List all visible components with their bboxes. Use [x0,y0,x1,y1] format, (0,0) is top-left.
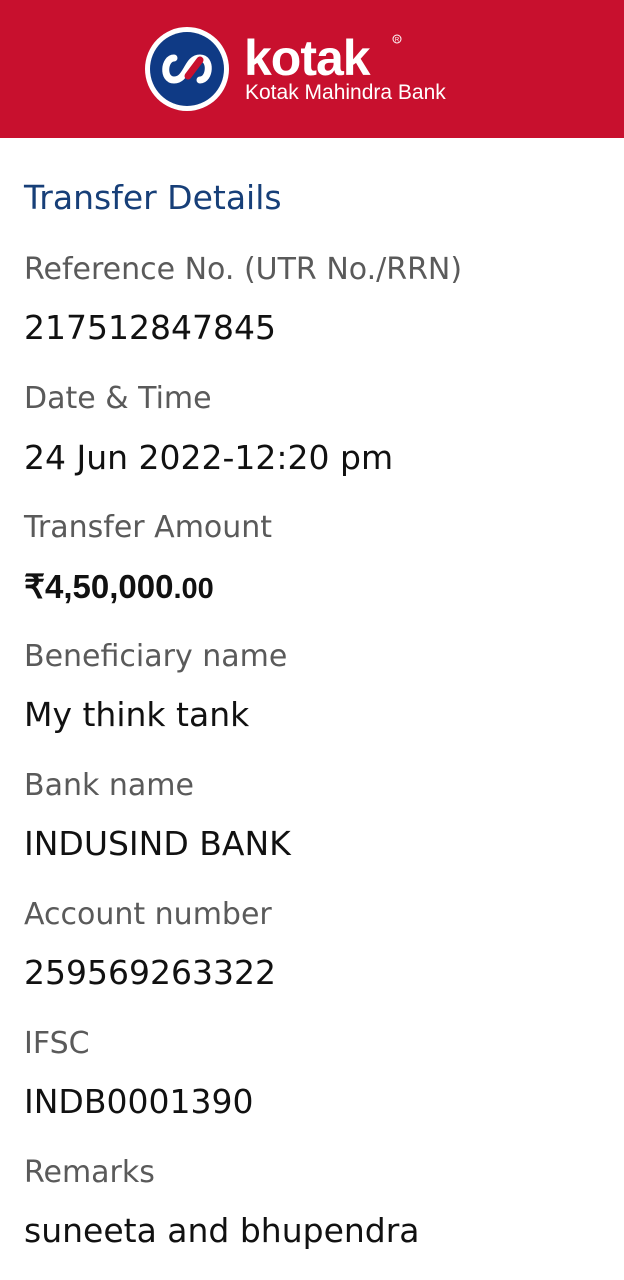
kotak-wordmark: kotak [244,30,371,86]
registered-mark-icon: R [392,34,402,44]
beneficiary-label: Beneficiary name [24,639,288,674]
amount-decimal: .00 [173,573,214,605]
datetime-label: Date & Time [24,381,212,416]
amount-main: ₹4,50,000 [24,568,174,605]
section-title: Transfer Details [24,178,282,217]
reference-value: 217512847845 [24,308,276,347]
account-label: Account number [24,897,272,932]
amount-value: ₹4,50,000.00 [24,565,214,611]
kotak-logo-icon [145,27,229,111]
reference-label: Reference No. (UTR No./RRN) [24,252,463,287]
bank-label: Bank name [24,768,194,803]
datetime-value: 24 Jun 2022-12:20 pm [24,438,394,477]
beneficiary-value: My think tank [24,695,250,734]
remarks-label: Remarks [24,1155,155,1190]
app-header: kotak R Kotak Mahindra Bank [0,0,624,138]
kotak-logo: kotak R Kotak Mahindra Bank [144,26,484,112]
ifsc-value: INDB0001390 [24,1082,254,1121]
remarks-value: suneeta and bhupendra [24,1211,420,1250]
ifsc-label: IFSC [24,1026,90,1061]
amount-label: Transfer Amount [24,510,273,545]
bank-subtitle: Kotak Mahindra Bank [245,81,446,104]
svg-text:R: R [395,37,400,43]
account-value: 259569263322 [24,953,276,992]
bank-value: INDUSIND BANK [24,824,291,863]
